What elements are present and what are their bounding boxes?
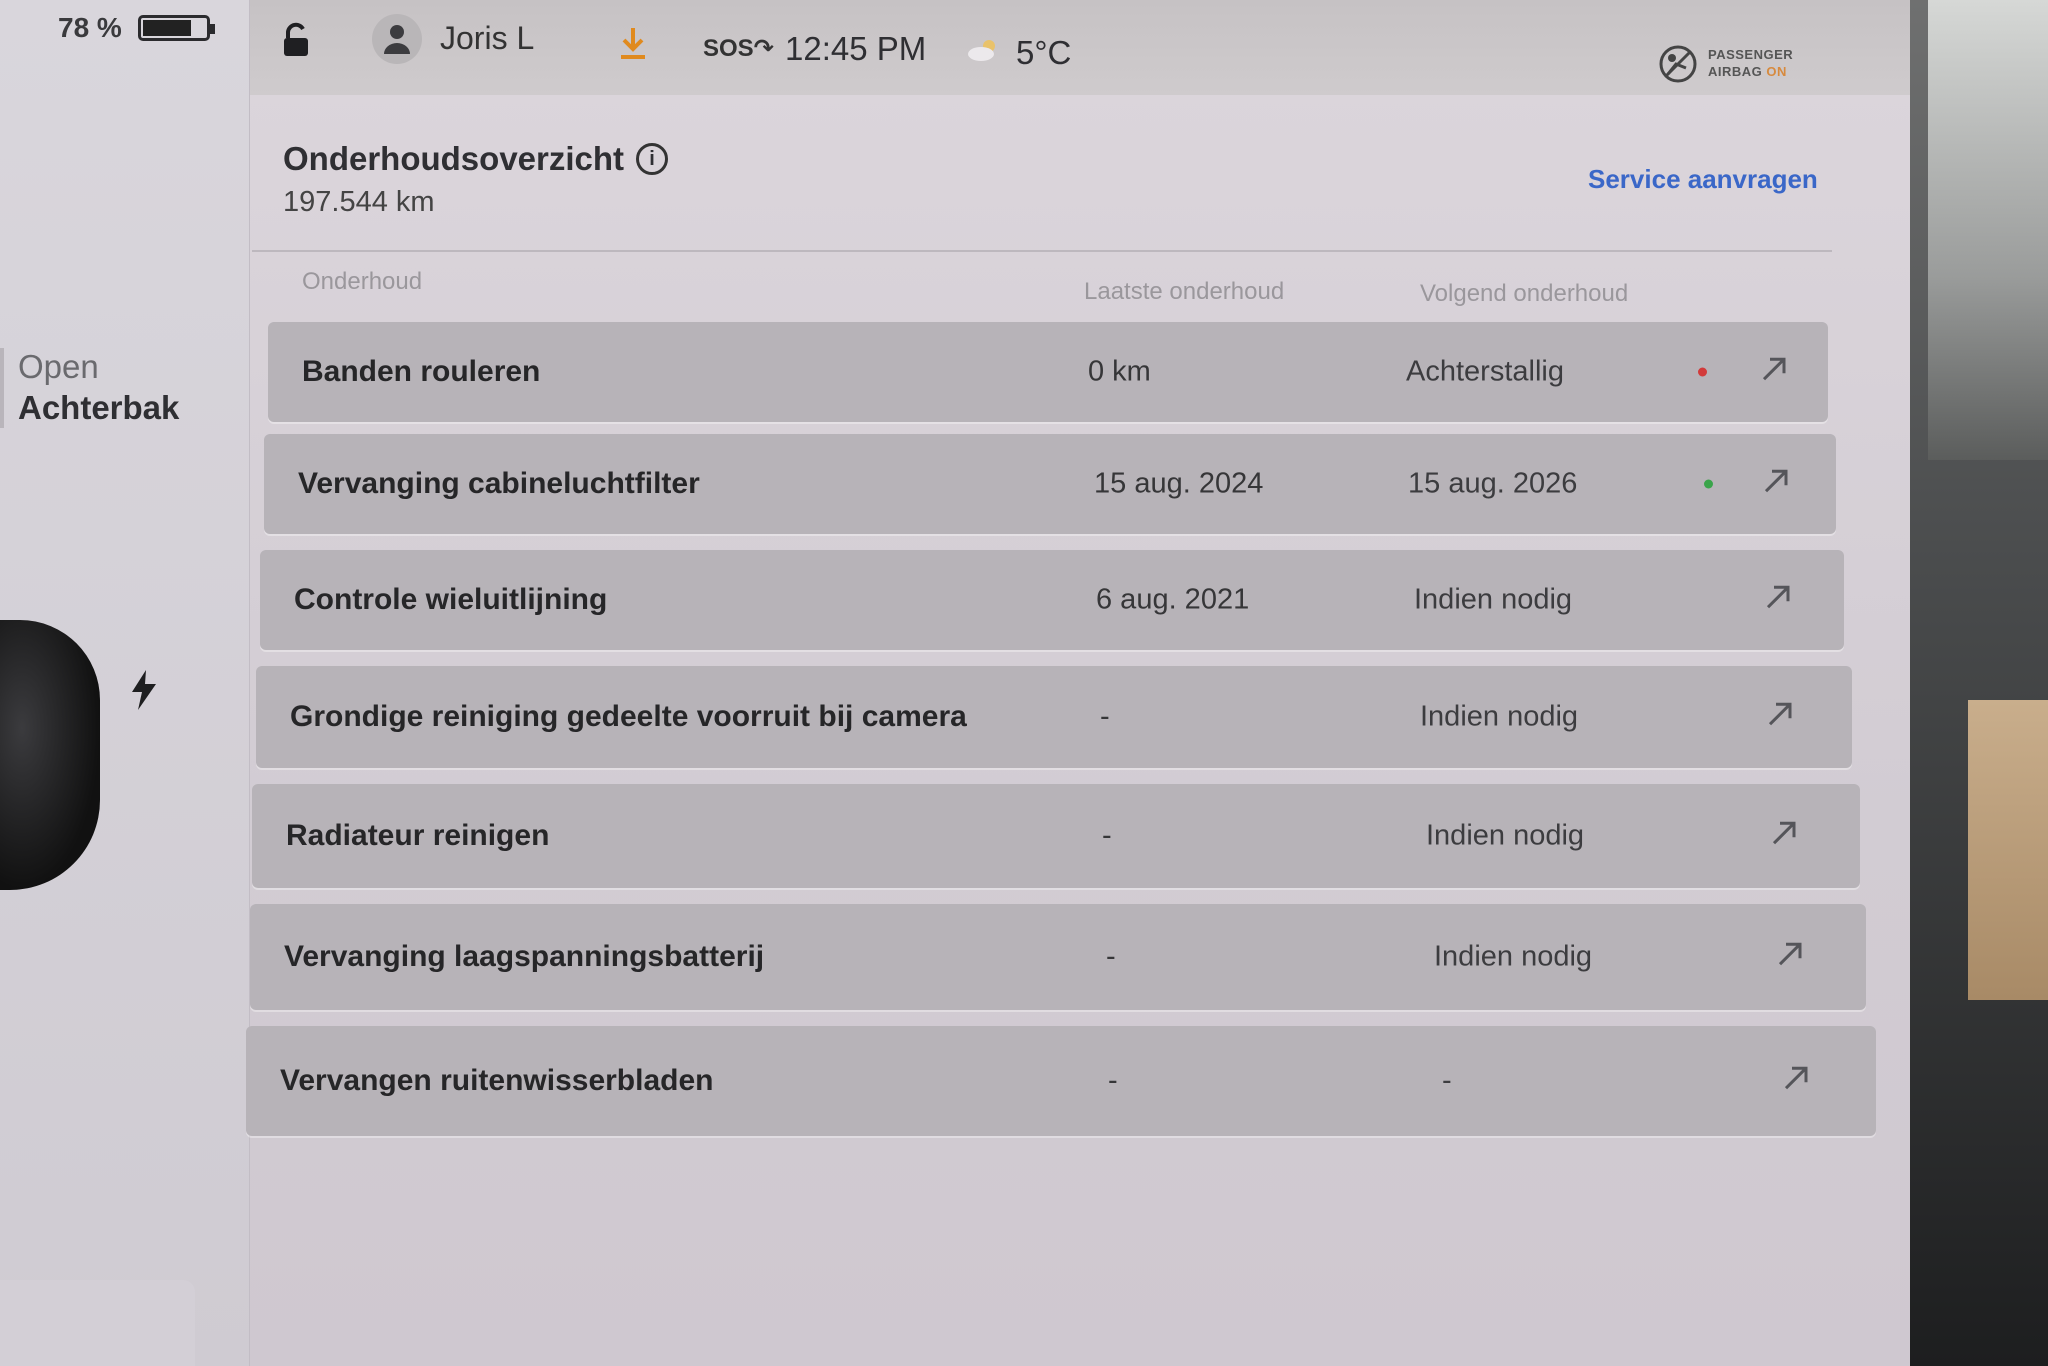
maintenance-row[interactable]: Vervanging laagspanningsbatterij - Indien … — [250, 904, 1866, 1010]
outside-temperature: 5°C — [1016, 34, 1072, 71]
maintenance-row[interactable]: Radiateur reinigen - Indien nodig — [252, 784, 1860, 888]
info-icon[interactable]: i — [636, 143, 669, 175]
passenger-airbag-indicator: PASSENGER AIRBAG ON — [1658, 44, 1793, 84]
last-service-value: 15 aug. 2024 — [1094, 467, 1264, 500]
vehicle-panel: 78 % Open Achterbak — [0, 0, 250, 1366]
next-service-value: Indien nodig — [1414, 583, 1573, 616]
next-service-value: Indien nodig — [1434, 940, 1593, 973]
request-service-link[interactable]: Service aanvragen — [1588, 164, 1818, 195]
driver-profile-name[interactable]: Joris L — [440, 20, 534, 57]
display-screen: 78 % Open Achterbak Joris L SOS↷ 12:45 P… — [0, 0, 1910, 1366]
airbag-icon — [1659, 45, 1697, 83]
left-card — [0, 1280, 195, 1366]
column-header-last-service: Laatste onderhoud — [1084, 278, 1285, 305]
open-trunk-button[interactable]: Open Achterbak — [18, 346, 179, 429]
car-image — [0, 620, 100, 890]
battery-icon — [137, 15, 215, 41]
clock: 12:45 PM — [785, 30, 927, 67]
maintenance-task-name: Controle wieluitlijning — [294, 583, 608, 616]
sos-button[interactable]: SOS↷ — [703, 34, 774, 63]
status-dot — [1704, 479, 1713, 489]
last-service-value: - — [1100, 700, 1110, 733]
airbag-label-line1: PASSENGER — [1708, 47, 1794, 63]
maintenance-task-name: Vervanging laagspanningsbatterij — [284, 940, 765, 973]
maintenance-task-name: Vervanging cabineluchtfilter — [298, 467, 700, 500]
open-details-arrow-icon[interactable] — [1776, 940, 1804, 968]
window-view — [1928, 0, 2048, 460]
next-service-value: Achterstallig — [1406, 355, 1564, 388]
open-details-arrow-icon[interactable] — [1760, 355, 1788, 383]
profile-avatar[interactable] — [372, 14, 422, 64]
next-service-value: - — [1442, 1064, 1452, 1097]
software-update-icon[interactable] — [618, 26, 648, 60]
last-service-value: 0 km — [1088, 355, 1151, 388]
battery-status: 78 % — [58, 12, 215, 44]
maintenance-task-name: Banden rouleren — [302, 355, 541, 388]
wood-trim — [1968, 700, 2048, 1000]
maintenance-row[interactable]: Vervangen ruitenwisserbladen - - — [246, 1026, 1876, 1136]
airbag-state: ON — [1766, 64, 1787, 79]
page-title: Onderhoudsoverzicht i — [283, 140, 669, 178]
column-header-task: Onderhoud — [302, 268, 423, 295]
cloudy-weather-icon — [968, 40, 995, 61]
maintenance-row[interactable]: Controle wieluitlijning 6 aug. 2021 Indien… — [260, 550, 1844, 650]
header-divider — [252, 250, 1832, 252]
sos-label: SOS — [703, 35, 754, 62]
status-dot — [1698, 367, 1707, 377]
battery-percent: 78 % — [58, 12, 122, 43]
maintenance-row[interactable]: Vervanging cabineluchtfilter 15 aug. 2024… — [264, 434, 1836, 534]
charge-port-icon[interactable] — [130, 670, 158, 710]
next-service-value: 15 aug. 2026 — [1408, 467, 1578, 500]
maintenance-task-name: Grondige reiniging gedeelte voorruit bij… — [290, 700, 967, 733]
page-title-text: Onderhoudsoverzicht — [283, 140, 625, 177]
open-details-arrow-icon[interactable] — [1782, 1064, 1810, 1092]
next-service-value: Indien nodig — [1420, 700, 1579, 733]
maintenance-row[interactable]: Grondige reiniging gedeelte voorruit bij… — [256, 666, 1852, 768]
last-service-value: - — [1108, 1064, 1118, 1097]
last-service-value: - — [1106, 940, 1116, 973]
last-service-value: - — [1102, 819, 1112, 852]
open-details-arrow-icon[interactable] — [1770, 819, 1798, 847]
user-icon — [384, 25, 410, 54]
last-service-value: 6 aug. 2021 — [1096, 583, 1250, 616]
open-details-arrow-icon[interactable] — [1762, 467, 1790, 495]
maintenance-row[interactable]: Banden rouleren 0 km Achterstallig — [268, 322, 1828, 422]
column-header-next-service: Volgend onderhoud — [1420, 280, 1629, 307]
odometer-reading: 197.544 km — [283, 186, 435, 218]
airbag-label-line2: AIRBAG — [1708, 64, 1763, 79]
open-details-arrow-icon[interactable] — [1766, 700, 1794, 728]
trunk-name-label: Achterbak — [18, 389, 180, 427]
trunk-action-label: Open — [18, 348, 99, 385]
maintenance-task-name: Radiateur reinigen — [286, 819, 550, 852]
lock-icon[interactable] — [278, 22, 314, 58]
next-service-value: Indien nodig — [1426, 819, 1585, 852]
battery-fill — [142, 20, 191, 36]
open-details-arrow-icon[interactable] — [1764, 583, 1792, 611]
maintenance-task-name: Vervangen ruitenwisserbladen — [280, 1064, 714, 1097]
sos-phone-icon: ↷ — [753, 35, 774, 62]
